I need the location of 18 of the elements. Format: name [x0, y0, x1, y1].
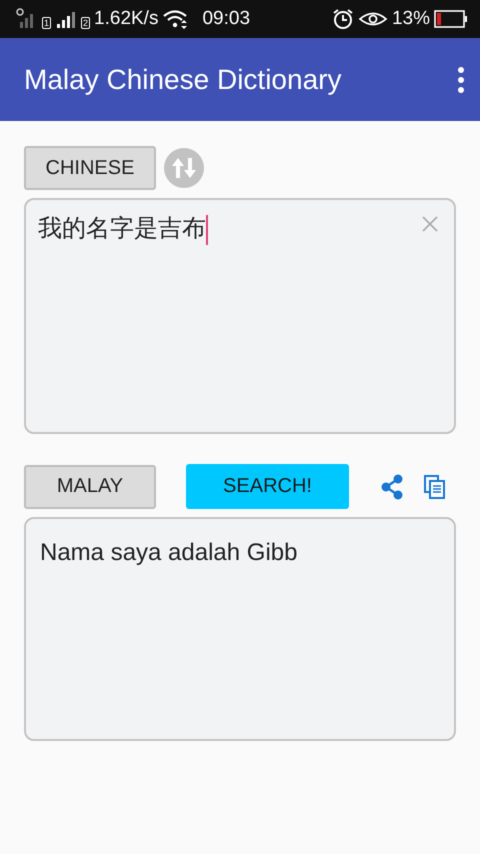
clock-time: 09:03 — [202, 8, 250, 30]
input-field[interactable]: 我的名字是吉布 — [24, 198, 456, 434]
copy-icon[interactable] — [424, 474, 446, 498]
battery-percent: 13% — [392, 8, 430, 30]
network-speed: 1.62K/s — [94, 8, 158, 30]
battery-icon — [434, 10, 468, 28]
share-icon[interactable] — [380, 474, 404, 500]
more-options-icon[interactable] — [456, 66, 466, 94]
source-language-button[interactable]: CHINESE — [24, 146, 156, 190]
wifi-icon — [162, 8, 188, 30]
eye-icon — [358, 10, 388, 28]
search-button[interactable]: SEARCH! — [186, 464, 349, 509]
target-language-button[interactable]: MALAY — [24, 464, 156, 508]
sim-label: 2 — [81, 17, 90, 29]
alarm-icon — [332, 8, 354, 30]
translation-output: Nama saya adalah Gibb — [24, 517, 456, 741]
sim-label: 1 — [42, 17, 52, 29]
app-title: Malay Chinese Dictionary — [24, 64, 342, 96]
